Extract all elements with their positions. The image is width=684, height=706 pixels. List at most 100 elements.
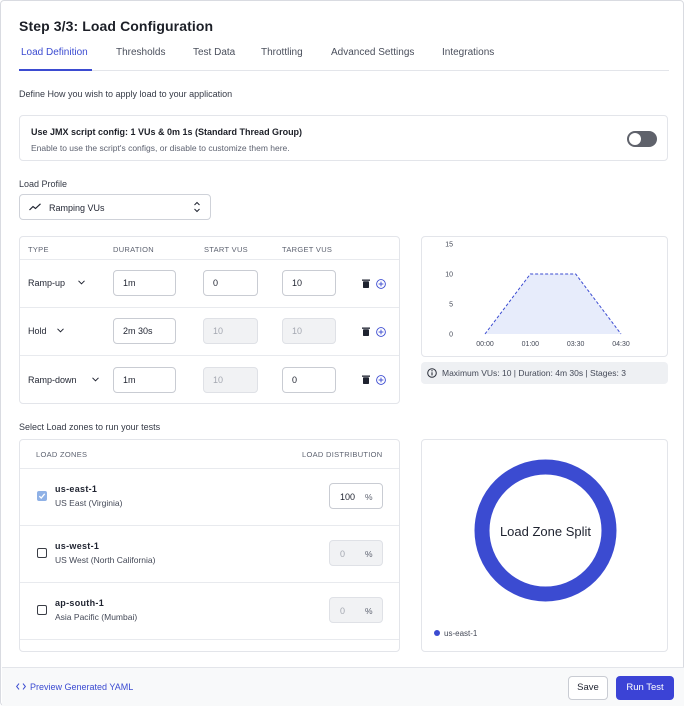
load-summary-text: Maximum VUs: 10 | Duration: 4m 30s | Sta… — [442, 368, 626, 378]
active-tab-indicator — [19, 69, 92, 71]
zone-description: Asia Pacific (Mumbai) — [55, 612, 138, 622]
row-divider — [20, 468, 399, 469]
zone-code: ap-south-1 — [55, 598, 104, 608]
row-divider — [20, 355, 399, 356]
load-configuration-panel: Step 3/3: Load Configuration Load Defini… — [0, 0, 684, 706]
stage-target-vus-input[interactable]: 0 — [282, 367, 336, 393]
row-divider — [20, 259, 399, 260]
chevron-down-icon — [92, 377, 99, 382]
add-stage-icon[interactable] — [376, 326, 386, 337]
row-divider — [20, 582, 399, 583]
percent-unit: % — [365, 492, 373, 502]
zone-distribution-input: 0 % — [329, 597, 383, 623]
trash-icon[interactable] — [362, 327, 370, 336]
check-icon — [38, 493, 46, 499]
x-tick-label: 03:30 — [567, 341, 585, 348]
distribution-value: 0 — [340, 549, 346, 559]
save-button[interactable]: Save — [568, 676, 608, 700]
chevron-down-icon — [78, 280, 85, 285]
tab-test-data[interactable]: Test Data — [193, 47, 235, 58]
stage-duration-input[interactable]: 2m 30s — [113, 318, 176, 344]
col-header-duration: DURATION — [113, 245, 155, 254]
stage-target-vus-input[interactable]: 10 — [282, 270, 336, 296]
zone-code: us-east-1 — [55, 484, 98, 494]
col-header-load-distribution: LOAD DISTRIBUTION — [302, 450, 383, 459]
load-profile-select[interactable]: Ramping VUs — [19, 194, 211, 220]
vus-area-fill — [485, 274, 621, 334]
tab-integrations[interactable]: Integrations — [442, 47, 494, 58]
load-zone-donut — [474, 459, 617, 602]
row-divider — [20, 307, 399, 308]
row-divider — [20, 525, 399, 526]
page-description: Define How you wish to apply load to you… — [19, 89, 233, 99]
preview-yaml-link[interactable]: Preview Generated YAML — [15, 682, 133, 692]
zone-checkbox-us-west-1[interactable] — [37, 548, 47, 558]
col-header-load-zones: LOAD ZONES — [36, 450, 88, 459]
donut-center-label: Load Zone Split — [499, 524, 592, 539]
zone-description: US West (North California) — [55, 555, 156, 565]
info-icon — [427, 368, 437, 378]
trend-icon — [29, 203, 41, 211]
x-tick-label: 04:30 — [612, 341, 630, 348]
jmx-config-toggle[interactable] — [627, 131, 657, 147]
tab-throttling[interactable]: Throttling — [261, 47, 303, 58]
tab-thresholds[interactable]: Thresholds — [116, 47, 165, 58]
load-zone-split-card: Load Zone Split us-east-1 — [421, 439, 668, 652]
stage-type-label: Ramp-up — [28, 278, 66, 288]
zone-distribution-input[interactable]: 100 % — [329, 483, 383, 509]
stage-duration-input[interactable]: 1m — [113, 367, 176, 393]
run-test-button[interactable]: Run Test — [616, 676, 674, 700]
jmx-config-subtitle: Enable to use the script's configs, or d… — [31, 143, 290, 153]
percent-unit: % — [365, 606, 373, 616]
stage-type-select[interactable]: Hold — [28, 326, 73, 338]
legend-swatch — [434, 630, 440, 636]
tab-advanced-settings[interactable]: Advanced Settings — [331, 47, 414, 58]
stage-type-label: Ramp-down — [28, 375, 77, 385]
tab-load-definition[interactable]: Load Definition — [21, 47, 88, 58]
zone-checkbox-us-east-1[interactable] — [37, 491, 47, 501]
chevron-up-down-icon — [194, 201, 200, 213]
x-tick-label: 00:00 — [476, 341, 494, 348]
tab-bar: Load Definition Thresholds Test Data Thr… — [19, 41, 669, 71]
stage-type-select[interactable]: Ramp-up — [28, 278, 93, 290]
trash-icon[interactable] — [362, 375, 370, 384]
stage-start-vus-input: 10 — [203, 367, 258, 393]
distribution-value: 0 — [340, 606, 346, 616]
jmx-config-card: Use JMX script config: 1 VUs & 0m 1s (St… — [19, 115, 668, 161]
stage-duration-input[interactable]: 1m — [113, 270, 176, 296]
page-title: Step 3/3: Load Configuration — [19, 18, 214, 34]
footer-bar: Preview Generated YAML Save Run Test — [2, 667, 684, 706]
jmx-config-title: Use JMX script config: 1 VUs & 0m 1s (St… — [31, 127, 303, 137]
col-header-target-vus: TARGET VUS — [282, 245, 333, 254]
zone-checkbox-ap-south-1[interactable] — [37, 605, 47, 615]
load-zones-section-label: Select Load zones to run your tests — [19, 422, 161, 432]
load-profile-value: Ramping VUs — [49, 203, 105, 213]
load-profile-label: Load Profile — [19, 179, 68, 189]
load-zones-table: LOAD ZONES LOAD DISTRIBUTION us-east-1 U… — [19, 439, 400, 652]
zone-distribution-input: 0 % — [329, 540, 383, 566]
vus-chart: 0 5 10 15 00:00 01:00 03:30 04:30 — [445, 242, 630, 349]
add-stage-icon[interactable] — [376, 374, 386, 385]
vus-chart-card: 0 5 10 15 00:00 01:00 03:30 04:30 — [421, 236, 668, 357]
stage-type-select[interactable]: Ramp-down — [28, 375, 108, 387]
y-tick-label: 5 — [449, 302, 453, 309]
col-header-type: TYPE — [28, 245, 49, 254]
percent-unit: % — [365, 549, 373, 559]
stage-type-label: Hold — [28, 326, 47, 336]
code-icon — [15, 683, 27, 690]
y-tick-label: 15 — [445, 242, 453, 249]
trash-icon[interactable] — [362, 279, 370, 288]
load-summary-bar: Maximum VUs: 10 | Duration: 4m 30s | Sta… — [421, 362, 668, 384]
distribution-value: 100 — [340, 492, 356, 502]
add-stage-icon[interactable] — [376, 278, 386, 289]
y-tick-label: 10 — [445, 272, 453, 279]
stage-target-vus-input: 10 — [282, 318, 336, 344]
donut-legend: us-east-1 — [434, 629, 477, 638]
stages-table: TYPE DURATION START VUS TARGET VUS Ramp-… — [19, 236, 400, 404]
zone-code: us-west-1 — [55, 541, 100, 551]
chevron-down-icon — [57, 328, 64, 333]
zone-description: US East (Virginia) — [55, 498, 123, 508]
x-tick-label: 01:00 — [522, 341, 540, 348]
stage-start-vus-input[interactable]: 0 — [203, 270, 258, 296]
row-divider — [20, 639, 399, 640]
